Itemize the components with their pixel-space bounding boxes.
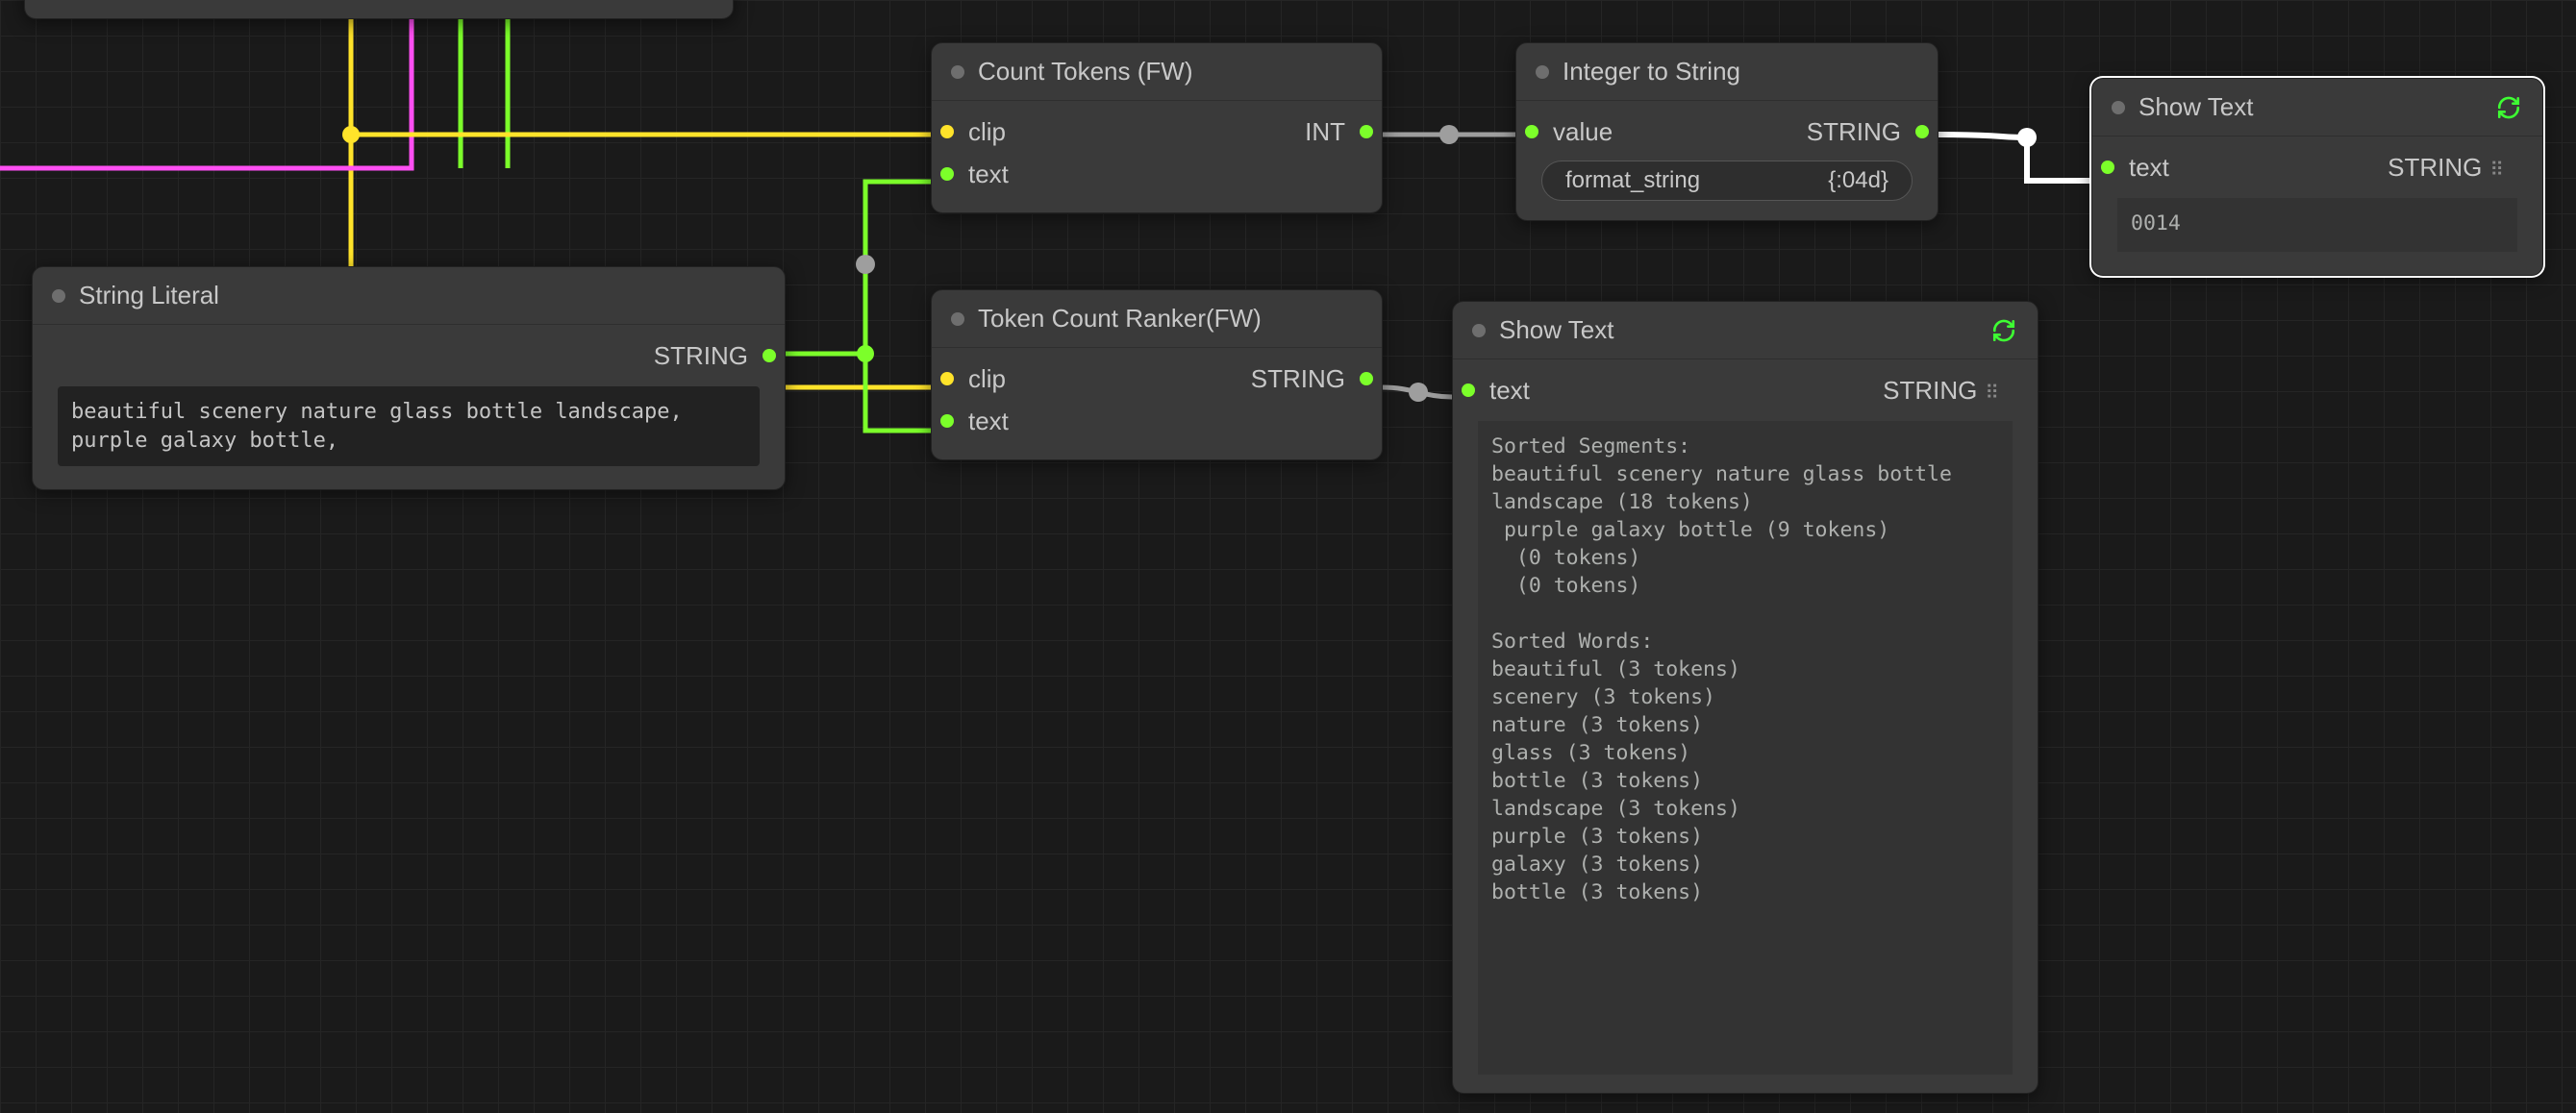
grip-icon: ⠿ bbox=[2489, 158, 2506, 182]
output-port-string[interactable] bbox=[2520, 161, 2534, 174]
node-header[interactable]: Token Count Ranker(FW) bbox=[932, 290, 1382, 348]
show-text-output: 0014 bbox=[2117, 198, 2517, 252]
refresh-icon[interactable] bbox=[2494, 95, 2523, 120]
output-type-label: INT bbox=[1305, 117, 1345, 147]
input-label-clip: clip bbox=[968, 117, 1006, 147]
output-port-string[interactable] bbox=[763, 349, 776, 362]
input-port-clip[interactable] bbox=[940, 372, 954, 385]
input-port-clip[interactable] bbox=[940, 125, 954, 138]
node-header[interactable]: Integer to String bbox=[1516, 43, 1938, 101]
field-value: {:04d} bbox=[1828, 167, 1888, 194]
input-label-clip: clip bbox=[968, 364, 1006, 394]
refresh-icon[interactable] bbox=[1989, 318, 2018, 343]
node-header[interactable]: Count Tokens (FW) bbox=[932, 43, 1382, 101]
input-port-text[interactable] bbox=[2101, 161, 2114, 174]
input-port-text[interactable] bbox=[940, 414, 954, 428]
input-label-text: text bbox=[1489, 376, 1530, 406]
collapse-dot-icon[interactable] bbox=[951, 312, 964, 326]
output-port-string[interactable] bbox=[2015, 383, 2029, 397]
input-port-text[interactable] bbox=[940, 167, 954, 181]
collapse-dot-icon[interactable] bbox=[2112, 101, 2125, 114]
node-header[interactable]: String Literal bbox=[33, 267, 785, 325]
node-title: Show Text bbox=[2138, 92, 2481, 122]
node-header[interactable]: Show Text bbox=[2092, 79, 2542, 136]
node-token-count-ranker[interactable]: Token Count Ranker(FW) clip STRING text bbox=[931, 289, 1383, 460]
node-partial-top[interactable] bbox=[24, 0, 734, 19]
output-type-label: STRING⠿ bbox=[2388, 153, 2506, 183]
collapse-dot-icon[interactable] bbox=[52, 289, 65, 303]
show-text-output: Sorted Segments: beautiful scenery natur… bbox=[1478, 421, 2013, 1075]
input-label-value: value bbox=[1553, 117, 1613, 147]
output-port-int[interactable] bbox=[1360, 125, 1373, 138]
collapse-dot-icon[interactable] bbox=[1536, 65, 1549, 79]
node-count-tokens[interactable]: Count Tokens (FW) clip INT text bbox=[931, 42, 1383, 213]
input-label-text: text bbox=[2129, 153, 2169, 183]
node-title: String Literal bbox=[79, 281, 765, 310]
node-string-literal[interactable]: String Literal STRING beautiful scenery … bbox=[32, 266, 786, 490]
input-port-text[interactable] bbox=[1462, 383, 1475, 397]
output-type-label: STRING bbox=[1251, 364, 1345, 394]
node-show-text-small[interactable]: Show Text text STRING⠿ 0014 bbox=[2091, 78, 2543, 276]
output-type-label: STRING bbox=[654, 341, 748, 371]
node-show-text-main[interactable]: Show Text text STRING⠿ Sorted Segments: … bbox=[1452, 301, 2038, 1094]
collapse-dot-icon[interactable] bbox=[951, 65, 964, 79]
node-graph-canvas[interactable]: String Literal STRING beautiful scenery … bbox=[0, 0, 2576, 1113]
node-title: Integer to String bbox=[1563, 57, 1918, 87]
string-literal-text-input[interactable]: beautiful scenery nature glass bottle la… bbox=[58, 386, 760, 466]
node-title: Show Text bbox=[1499, 315, 1976, 345]
collapse-dot-icon[interactable] bbox=[1472, 324, 1486, 337]
output-port-string[interactable] bbox=[1915, 125, 1929, 138]
field-label: format_string bbox=[1565, 167, 1700, 194]
node-title: Count Tokens (FW) bbox=[978, 57, 1363, 87]
output-port-string[interactable] bbox=[1360, 372, 1373, 385]
input-label-text: text bbox=[968, 160, 1009, 189]
output-type-label: STRING bbox=[1807, 117, 1901, 147]
input-port-value[interactable] bbox=[1525, 125, 1538, 138]
node-header[interactable]: Show Text bbox=[1453, 302, 2038, 359]
grip-icon: ⠿ bbox=[1985, 381, 2001, 405]
node-title: Token Count Ranker(FW) bbox=[978, 304, 1363, 334]
output-type-label: STRING⠿ bbox=[1883, 376, 2001, 406]
input-label-text: text bbox=[968, 407, 1009, 436]
node-integer-to-string[interactable]: Integer to String value STRING format_st… bbox=[1515, 42, 1938, 221]
format-string-field[interactable]: format_string {:04d} bbox=[1541, 161, 1913, 201]
